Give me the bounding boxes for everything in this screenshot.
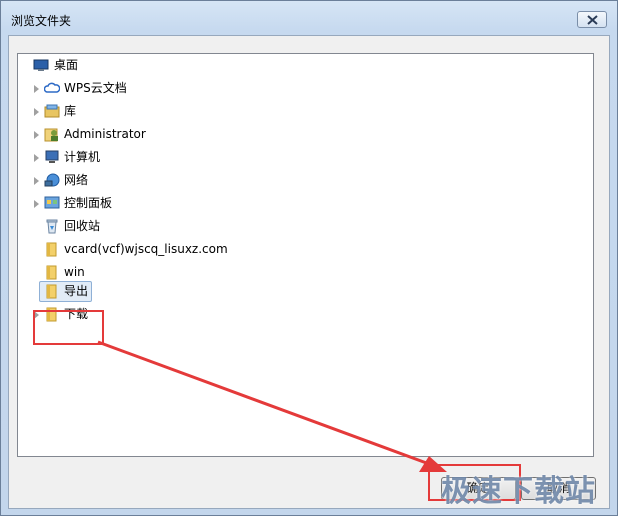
annotation-arrow: [97, 340, 447, 472]
watermark-logo: 极速下载站: [441, 474, 596, 509]
